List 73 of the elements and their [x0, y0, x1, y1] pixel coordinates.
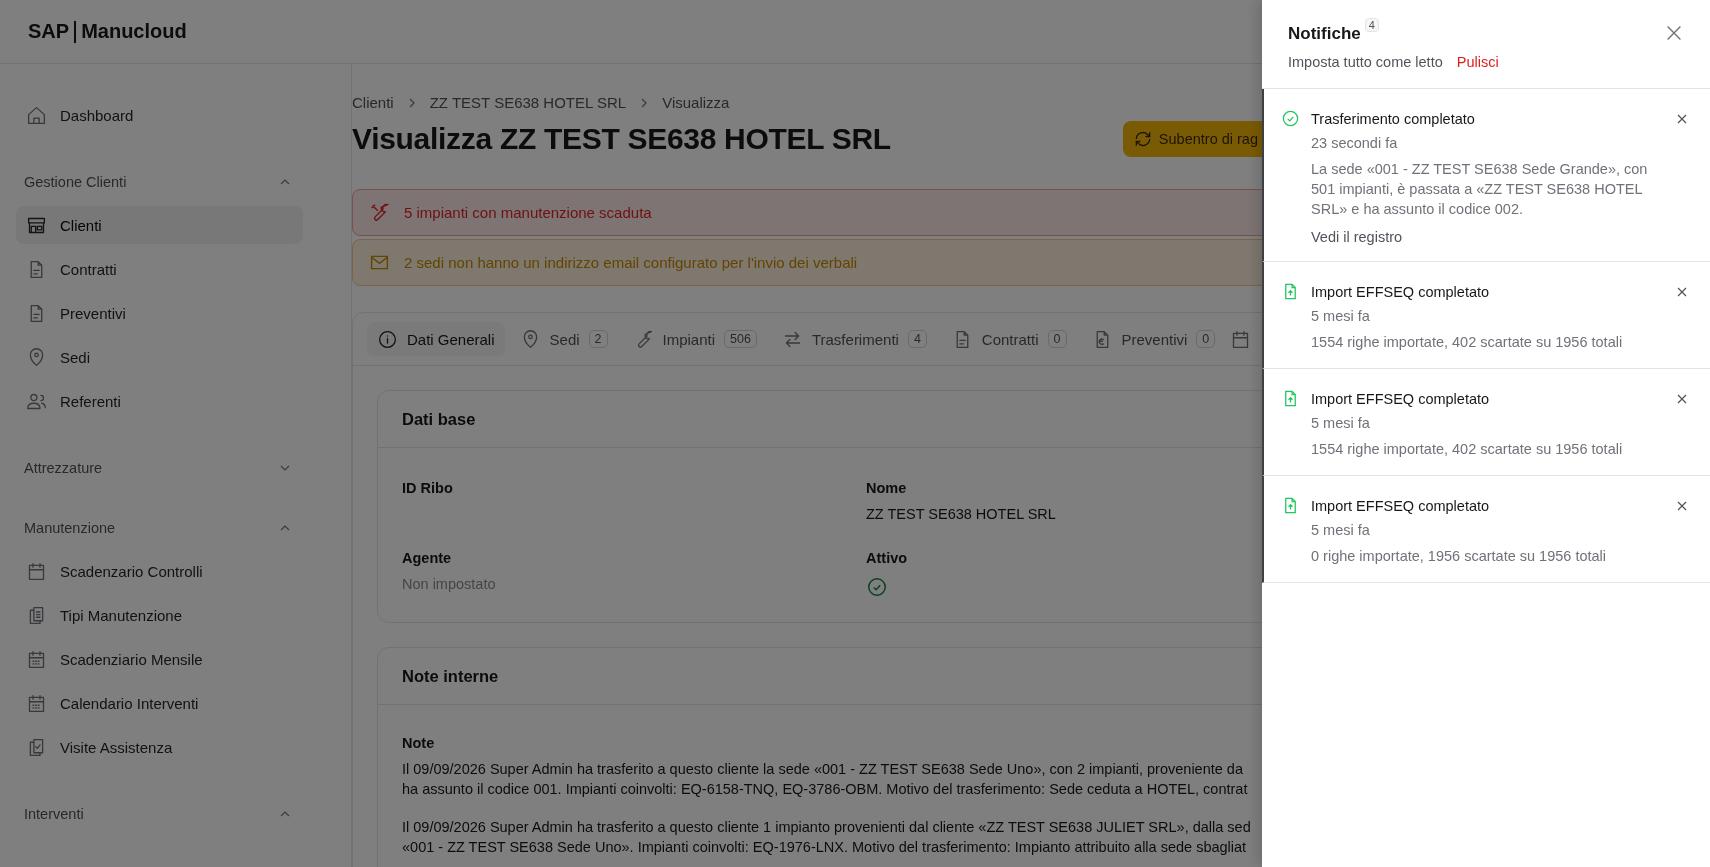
- tab[interactable]: Impianti 506: [622, 322, 767, 356]
- sidebar-item[interactable]: Preventivi: [16, 294, 303, 332]
- sidebar-item[interactable]: Clienti: [16, 206, 303, 244]
- info-icon: [377, 328, 398, 350]
- alert-text: 5 impianti con manutenzione scaduta: [404, 204, 652, 221]
- field-label: Agente: [402, 550, 453, 566]
- notification-time: 23 secondi fa: [1311, 134, 1399, 153]
- field-value: Non impostato: [402, 576, 497, 592]
- notification-title: Trasferimento completato: [1311, 111, 1476, 127]
- tab[interactable]: Dati Generali: [367, 322, 505, 356]
- count-badge: 0: [1196, 330, 1216, 348]
- sidebar-item[interactable]: Tipi Manutenzione: [16, 596, 303, 634]
- sidebar-item[interactable]: Scadenziario Mensile: [16, 640, 303, 678]
- tab[interactable]: Contratti 0: [941, 322, 1077, 356]
- sidebar-item[interactable]: Calendario Interventi: [16, 684, 303, 722]
- section-title: Manutenzione: [24, 520, 116, 536]
- check-circle-icon: [1281, 109, 1300, 128]
- note-text: «001 - ZZ TEST SE638 Sede Uno». Impianti coinvolti: EQ-1976-LNX. Motivo del trasferimento: Impianto attribuito alla sede sbagliat: [402, 838, 1248, 857]
- field-label: Note: [402, 735, 436, 751]
- home-icon: [26, 104, 47, 126]
- breadcrumb-link[interactable]: Visualizza: [662, 94, 730, 111]
- field-label: Attivo: [866, 550, 909, 566]
- section-title: Attrezzature: [24, 460, 103, 476]
- sidebar-item[interactable]: Visite Assistenza: [16, 728, 303, 766]
- field-label: ID Ribo: [402, 480, 454, 496]
- field-value: ZZ TEST SE638 HOTEL SRL: [866, 506, 1057, 522]
- count-badge: 0: [1047, 330, 1067, 348]
- sidebar-item[interactable]: Dashboard: [16, 96, 303, 134]
- mark-all-read-link[interactable]: Imposta tutto come letto: [1288, 54, 1443, 70]
- logo-text: Manucloud: [81, 20, 187, 43]
- sidebar-item[interactable]: Referenti: [16, 382, 303, 420]
- calendar-icon: [26, 692, 47, 714]
- tab[interactable]: Preventivi 0: [1081, 322, 1226, 356]
- notification-text: 1554 righe importate, 402 scartate su 1956 totali: [1311, 440, 1624, 459]
- sidebar-item[interactable]: Scadenzario Controlli: [16, 552, 303, 590]
- notification-item[interactable]: Import EFFSEQ completato 5 mesi fa 0 righe importate, 1956 scartate su 1956 totali: [1262, 476, 1710, 583]
- sidebar-item[interactable]: Contratti: [16, 250, 303, 288]
- tab[interactable]: Trasferimenti 4: [771, 322, 937, 356]
- notification-title: Import EFFSEQ completato: [1311, 284, 1491, 300]
- notification-item[interactable]: Import EFFSEQ completato 5 mesi fa 1554 righe importate, 402 scartate su 1956 totali: [1262, 369, 1710, 476]
- tab[interactable]: Sedi 2: [509, 322, 618, 356]
- count-badge: 4: [907, 330, 927, 348]
- sidebar-item[interactable]: Sedi: [16, 338, 303, 376]
- count-badge: 506: [724, 330, 757, 348]
- backdrop-overlay[interactable]: [0, 0, 1262, 867]
- breadcrumb-link[interactable]: Clienti: [352, 94, 394, 111]
- notification-time: 5 mesi fa: [1311, 307, 1371, 326]
- notification-item[interactable]: Trasferimento completato 23 secondi fa La sede «001 - ZZ TEST SE638 Sede Grande», con 501 impianti, è passata a «ZZ TEST SE638 HOTEL SRL» e ha assunto il codice 002. Vedi il registro: [1262, 89, 1710, 262]
- clear-link[interactable]: Pulisci: [1456, 54, 1499, 70]
- log-link[interactable]: Vedi il registro: [1311, 229, 1663, 245]
- count-badge: 2: [588, 330, 608, 348]
- notification-time: 5 mesi fa: [1311, 414, 1371, 433]
- calendar-icon: [26, 560, 47, 582]
- notification-title: Import EFFSEQ completato: [1311, 498, 1491, 514]
- notification-text: La sede «001 - ZZ TEST SE638 Sede Grande», con 501 impianti, è passata a «ZZ TEST SE638 HOTEL SRL» e ha assunto il codice 002.: [1311, 160, 1649, 219]
- alert-text: 2 sedi non hanno un indirizzo email configurato per l'invio dei verbali: [404, 254, 858, 271]
- calendar-icon: [26, 648, 47, 670]
- note-text: ha assunto il codice 001. Impianti coinvolti: EQ-6158-TNQ, EQ-3786-OBM. Motivo del trasferimento: Sede ceduta a HOTEL, contrat: [402, 780, 1249, 799]
- logo-text: SAP: [28, 20, 70, 43]
- section-title: Interventi: [24, 806, 84, 822]
- notification-time: 5 mesi fa: [1311, 521, 1371, 540]
- page-title: Visualizza ZZ TEST SE638 HOTEL SRL: [352, 122, 891, 156]
- breadcrumb-link[interactable]: ZZ TEST SE638 HOTEL SRL: [429, 94, 627, 111]
- panel-title: Notifiche: [1288, 24, 1361, 44]
- notification-title: Import EFFSEQ completato: [1311, 391, 1491, 407]
- notification-text: 1554 righe importate, 402 scartate su 1956 totali: [1311, 333, 1624, 352]
- notification-text: 0 righe importate, 1956 scartate su 1956 totali: [1311, 547, 1607, 566]
- field-label: Nome: [866, 480, 908, 496]
- notification-item[interactable]: Import EFFSEQ completato 5 mesi fa 1554 righe importate, 402 scartate su 1956 totali: [1262, 262, 1710, 369]
- count-badge: 4: [1364, 18, 1379, 32]
- note-text: Il 09/09/2026 Super Admin ha trasferito a questo cliente 1 impianto provenienti dal cliente «ZZ TEST SE638 JULIET SRL», dalla sed: [402, 818, 1252, 837]
- note-text: Il 09/09/2026 Super Admin ha trasferito a questo cliente la sede «001 - ZZ TEST SE638 Sede Uno», con 2 impianti, proveniente da: [402, 760, 1244, 779]
- section-title: Gestione Clienti: [24, 174, 127, 190]
